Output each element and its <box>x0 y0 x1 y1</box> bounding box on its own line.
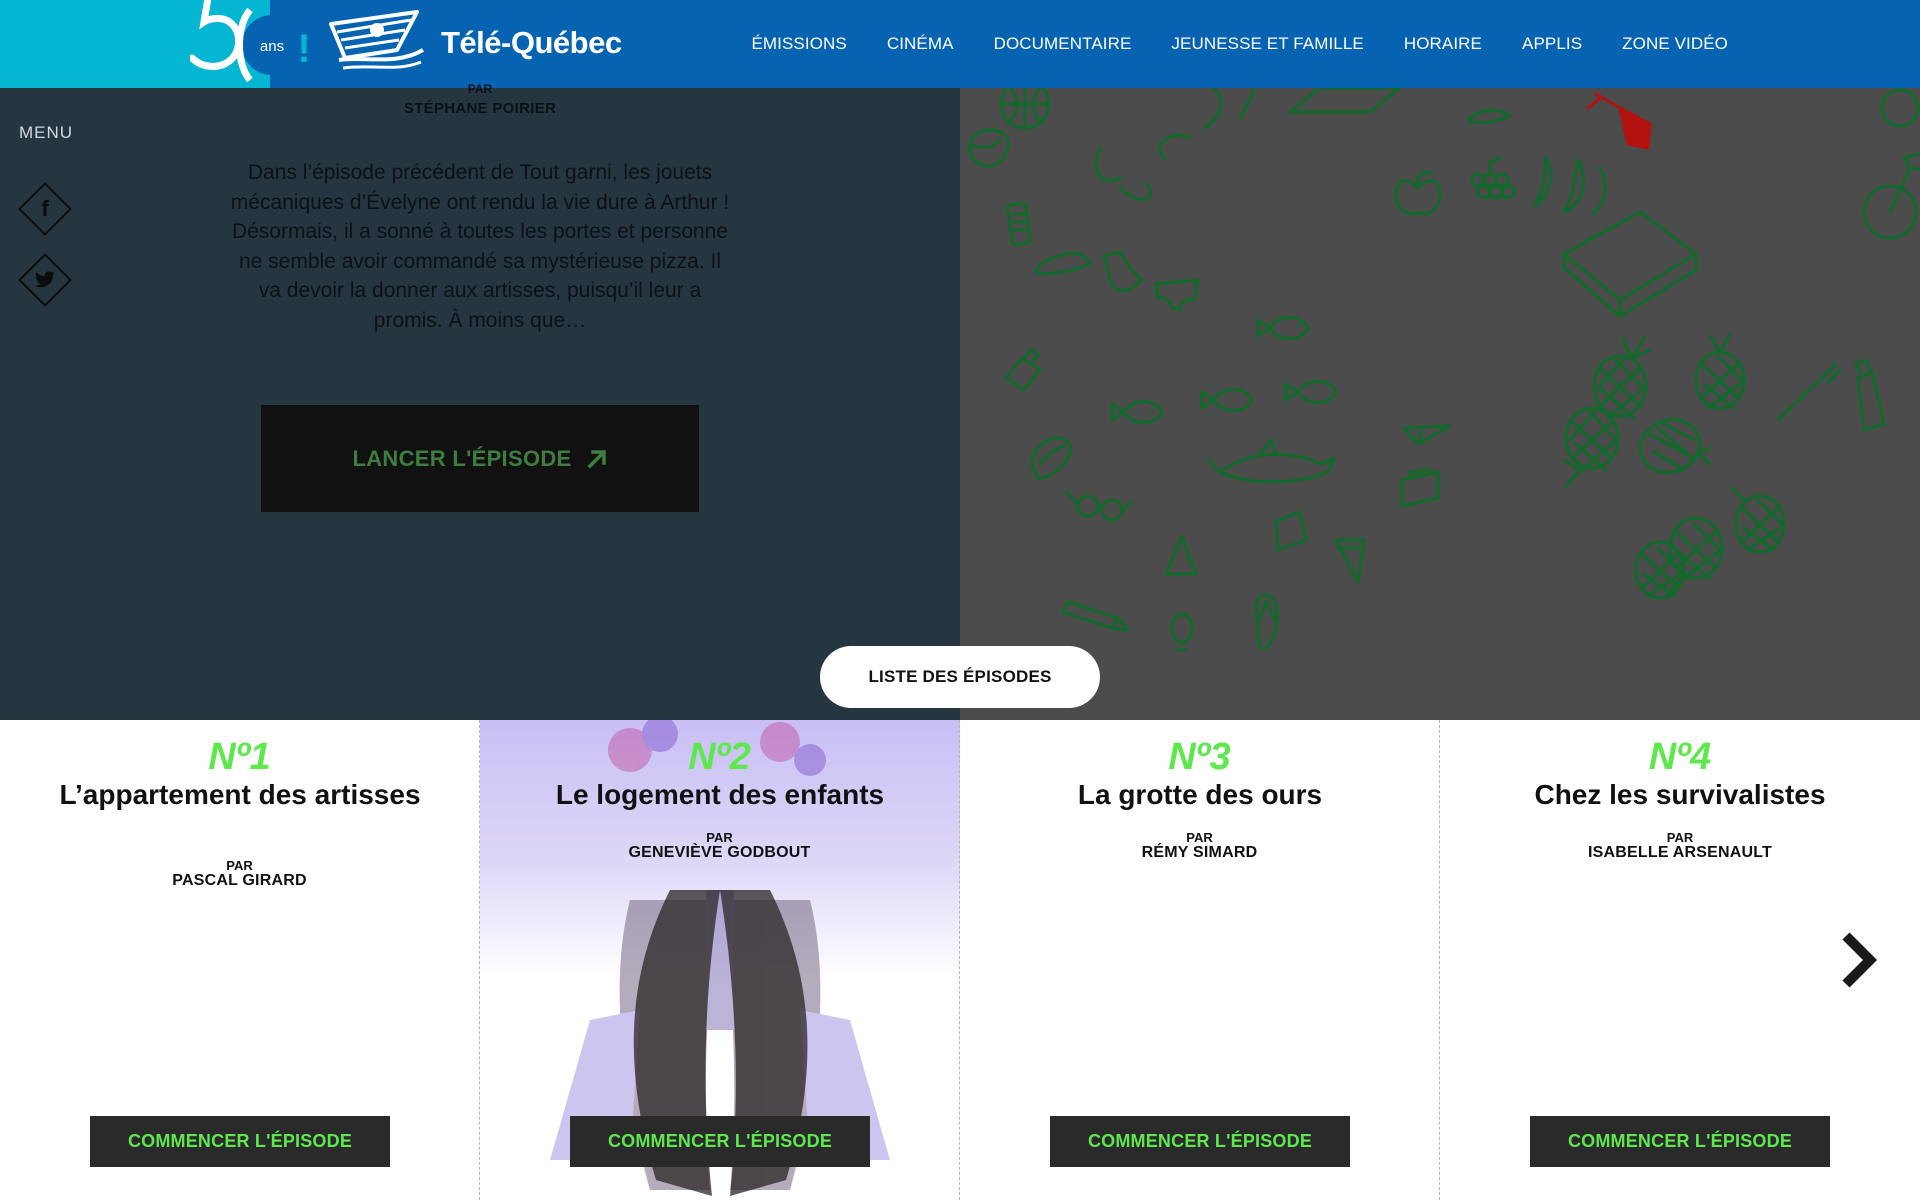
bicycle-icon <box>1862 152 1920 240</box>
episode-par-label: PAR <box>226 858 253 873</box>
episode-card-2[interactable]: Nº2 Le logement des enfants PAR GENEVIÈV… <box>480 720 960 1200</box>
brand-logo[interactable]: Télé-Québec <box>325 10 622 76</box>
hat-icon <box>968 128 1010 168</box>
carousel-next-button[interactable] <box>1838 930 1880 990</box>
facebook-share-button[interactable]: f <box>18 182 72 236</box>
nav-emissions[interactable]: ÉMISSIONS <box>751 34 846 54</box>
episode-title: La grotte des ours <box>1077 779 1323 810</box>
start-episode-3-button[interactable]: COMMENCER L'ÉPISODE <box>1050 1116 1350 1167</box>
pencil-icon <box>1060 600 1130 632</box>
main-nav: ÉMISSIONS CINÉMA DOCUMENTAIRE JEUNESSE E… <box>751 0 1728 88</box>
episode-illustration <box>960 88 1920 720</box>
shark-icon <box>1206 438 1336 484</box>
basketball-icon <box>999 88 1051 130</box>
hero-author: STÉPHANE POIRIER <box>403 100 557 117</box>
hero-par-label: PAR <box>467 82 493 96</box>
launch-episode-label: LANCER L'ÉPISODE <box>352 445 572 471</box>
anniversary-50-icon: ans ! <box>188 0 311 83</box>
sneaker-icon <box>1034 251 1092 276</box>
cake-slice-icon <box>1274 510 1308 552</box>
glasses-icon <box>1064 490 1134 522</box>
party-hat-icon <box>1164 534 1198 576</box>
episode-par-label: PAR <box>1186 830 1213 845</box>
pineapple-icon <box>1562 332 1786 600</box>
nav-jeunesse-et-famille[interactable]: JEUNESSE ET FAMILLE <box>1171 34 1363 54</box>
doodle-illustration <box>968 88 1920 652</box>
launch-episode-button[interactable]: LANCER L'ÉPISODE <box>261 405 699 512</box>
toothpaste-tube-icon <box>1854 358 1886 432</box>
twitter-icon <box>18 253 72 307</box>
pizza-box-large-icon <box>1562 210 1698 318</box>
episode-intro-panel: MENU f PAR STÉPHANE POIRIER Dans l’épiso… <box>0 82 960 720</box>
episode-card-1[interactable]: Nº1 L’appartement des artisses PAR PASCA… <box>0 720 480 1200</box>
site-header: ans ! Télé-Québec ÉMISSIONS CINÉMA DOCUM… <box>0 0 1920 88</box>
brand-name: Télé-Québec <box>441 25 622 60</box>
facebook-icon: f <box>41 196 49 221</box>
episode-carousel: Nº1 L’appartement des artisses PAR PASCA… <box>0 720 1920 1200</box>
nav-cinema[interactable]: CINÉMA <box>887 34 954 54</box>
episode-number: Nº3 <box>1168 736 1231 778</box>
anniversary-unit: ans <box>260 38 284 55</box>
sausage-icon <box>1094 88 1256 201</box>
anniversary-logo[interactable]: ans ! <box>188 0 311 88</box>
cake-slice-icon-2 <box>1334 538 1366 584</box>
episode-author: GENEVIÈVE GODBOUT <box>628 844 811 861</box>
rattle-red-icon <box>1586 92 1652 150</box>
episode-par-label: PAR <box>706 830 733 845</box>
start-episode-1-button[interactable]: COMMENCER L'ÉPISODE <box>90 1116 390 1167</box>
nav-applis[interactable]: APPLIS <box>1522 34 1582 54</box>
episode-author: RÉMY SIMARD <box>1141 844 1258 861</box>
episode-number: Nº4 <box>1648 736 1712 778</box>
grapes-icon <box>1470 156 1516 200</box>
bananas-icon <box>1532 156 1607 216</box>
fish-icon-4 <box>1284 380 1338 404</box>
paper-plane-icon <box>1402 424 1452 446</box>
start-episode-4-button[interactable]: COMMENCER L'ÉPISODE <box>1530 1116 1830 1167</box>
chevron-right-icon <box>1842 932 1878 988</box>
episode-par-label: PAR <box>1666 830 1694 845</box>
nav-zone-video[interactable]: ZONE VIDÉO <box>1622 34 1728 54</box>
lego-brick-icon <box>1400 468 1440 508</box>
start-episode-2-button[interactable]: COMMENCER L'ÉPISODE <box>570 1116 870 1167</box>
episode-author: ISABELLE ARSENAULT <box>1587 844 1773 861</box>
episode-list-button[interactable]: LISTE DES ÉPISODES <box>820 646 1100 708</box>
menu-button[interactable]: MENU <box>19 123 73 143</box>
phone-icon <box>1006 201 1032 247</box>
banana-icon <box>1466 109 1512 124</box>
flip-flop-icon <box>1254 593 1279 650</box>
episode-number: Nº2 <box>688 736 751 778</box>
underwear-icon <box>1154 278 1200 312</box>
episode-title: Chez les survivalistes <box>1534 779 1826 810</box>
episode-title: Le logement des enfants <box>555 779 885 810</box>
fish-icon-3 <box>1200 388 1254 412</box>
sock-icon <box>1102 250 1144 292</box>
nav-horaire[interactable]: HORAIRE <box>1404 34 1482 54</box>
rattle-icon <box>1880 88 1920 128</box>
apple-icon <box>1394 170 1442 216</box>
fish-icon-2 <box>1110 400 1164 424</box>
fish-icon <box>1256 316 1310 340</box>
hot-dog-icon <box>1030 436 1072 480</box>
toothbrush-icon <box>1776 362 1842 422</box>
arrow-up-right-icon <box>587 449 606 468</box>
lightbulb-icon <box>1170 612 1194 652</box>
tele-quebec-logo-icon <box>329 10 424 70</box>
episode-number: Nº1 <box>208 736 271 778</box>
bottle-icon <box>1004 348 1042 392</box>
twitter-share-button[interactable] <box>18 253 72 307</box>
episode-author: PASCAL GIRARD <box>172 872 307 889</box>
nav-documentaire[interactable]: DOCUMENTAIRE <box>994 34 1132 54</box>
episode-title: L’appartement des artisses <box>59 779 421 810</box>
episode-description: Dans l’épisode précédent de Tout garni, … <box>230 161 730 332</box>
anniversary-mark: ! <box>297 27 310 71</box>
pizza-box-icon <box>1288 88 1402 114</box>
episode-card-3[interactable]: Nº3 La grotte des ours PAR RÉMY SIMARD C… <box>960 720 1440 1200</box>
